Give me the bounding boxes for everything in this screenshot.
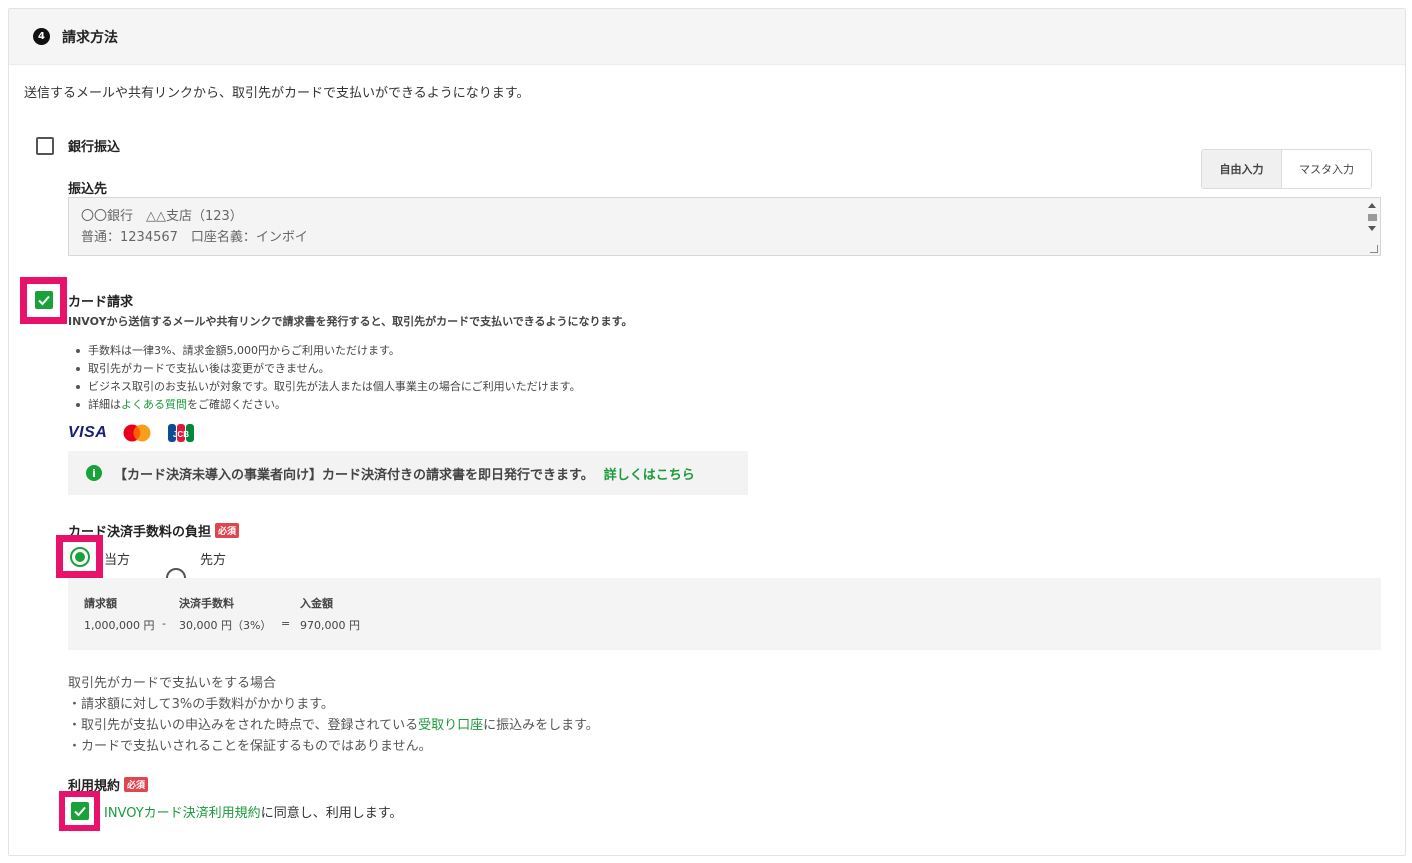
bank-transfer-checkbox[interactable]: [36, 137, 54, 155]
faq-link[interactable]: よくある質問: [121, 398, 187, 411]
terms-agreement-text: INVOYカード決済利用規約に同意し、利用します。: [104, 806, 403, 821]
free-input-button[interactable]: 自由入力: [1202, 150, 1282, 188]
receiving-account-link[interactable]: 受取り口座: [418, 718, 483, 733]
transfer-destination-textarea[interactable]: 〇〇銀行 △△支店（123） 普通：1234567 口座名義：インボイ: [68, 197, 1381, 256]
jcb-logo: JCB: [168, 424, 195, 442]
amount-value: 1,000,000 円: [84, 619, 155, 632]
card-billing-notes: 手数料は一律3%、請求金額5,000円からご利用いただけます。 取引先がカードで…: [68, 342, 581, 414]
terms-agree-checkbox[interactable]: [71, 802, 89, 820]
minus-sign: -: [162, 617, 166, 630]
check-icon: [74, 806, 86, 817]
fee-self-radio[interactable]: [70, 547, 90, 567]
notes-line: ・請求額に対して3%の手数料がかかります。: [68, 697, 334, 712]
section-header: 4 請求方法: [9, 9, 1405, 65]
notes-heading: 取引先がカードで支払いをする場合: [68, 676, 277, 691]
terms-link[interactable]: INVOYカード決済利用規約: [104, 806, 261, 821]
details-link[interactable]: 詳しくはこちら: [604, 464, 695, 483]
notes-line: ・カードで支払いされることを保証するものではありません。: [68, 739, 432, 754]
required-badge: 必須: [124, 777, 149, 792]
scroll-down-icon[interactable]: [1368, 226, 1376, 231]
scroll-up-icon[interactable]: [1368, 203, 1376, 208]
required-badge: 必須: [215, 523, 240, 538]
transfer-destination-label: 振込先: [68, 182, 108, 197]
input-mode-toggle: 自由入力 マスタ入力: [1201, 149, 1372, 189]
notes-line: ・取引先が支払いの申込みをされた時点で、登録されている受取り口座に振込みをします…: [68, 718, 599, 733]
bank-transfer-label: 銀行振込: [68, 140, 121, 155]
section-intro: 送信するメールや共有リンクから、取引先がカードで支払いができるようになります。: [24, 86, 530, 101]
fee-breakdown-box: 請求額 決済手数料 入金額 1,000,000 円 - 30,000 円（3%）…: [68, 578, 1381, 650]
resize-grip-icon[interactable]: [1370, 245, 1378, 253]
card-brand-logos: VISA JCB: [68, 423, 195, 443]
info-icon: i: [86, 465, 102, 481]
card-intro-notice: i 【カード決済未導入の事業者向け】カード決済付きの請求書を即日発行できます。 …: [68, 451, 748, 495]
list-item: 手数料は一律3%、請求金額5,000円からご利用いただけます。: [68, 342, 581, 360]
master-input-button[interactable]: マスタ入力: [1282, 150, 1371, 188]
fee-self-label: 当方: [104, 553, 131, 568]
mastercard-logo: [123, 424, 151, 442]
visa-logo: VISA: [68, 424, 108, 441]
card-billing-checkbox[interactable]: [35, 291, 53, 309]
col-deposit-header: 入金額: [300, 597, 333, 610]
textarea-line-2: 普通：1234567 口座名義：インボイ: [81, 230, 308, 245]
fee-value: 30,000 円（3%）: [179, 619, 272, 632]
equals-sign: =: [281, 617, 291, 630]
textarea-line-1: 〇〇銀行 △△支店（123）: [81, 209, 243, 224]
textarea-scrollbar[interactable]: [1364, 198, 1380, 255]
section-title: 請求方法: [62, 29, 118, 46]
fee-other-label: 先方: [200, 553, 227, 568]
col-fee-header: 決済手数料: [179, 597, 234, 610]
check-icon: [38, 295, 50, 306]
notice-text: 【カード決済未導入の事業者向け】カード決済付きの請求書を即日発行できます。: [114, 467, 594, 483]
scroll-thumb[interactable]: [1368, 214, 1377, 221]
card-billing-description: INVOYから送信するメールや共有リンクで請求書を発行すると、取引先がカードで支…: [68, 315, 633, 328]
list-item: 詳細はよくある質問をご確認ください。: [68, 396, 581, 414]
card-billing-label: カード請求: [68, 295, 134, 310]
list-item: ビジネス取引のお支払いが対象です。取引先が法人または個人事業主の場合にご利用いた…: [68, 378, 581, 396]
list-item: 取引先がカードで支払い後は変更ができません。: [68, 360, 581, 378]
card-payment-notes: 取引先がカードで支払いをする場合 ・請求額に対して3%の手数料がかかります。 ・…: [68, 673, 599, 757]
deposit-value: 970,000 円: [300, 619, 360, 632]
step-number-badge: 4: [33, 28, 50, 45]
col-amount-header: 請求額: [84, 597, 117, 610]
svg-text:JCB: JCB: [173, 430, 189, 439]
